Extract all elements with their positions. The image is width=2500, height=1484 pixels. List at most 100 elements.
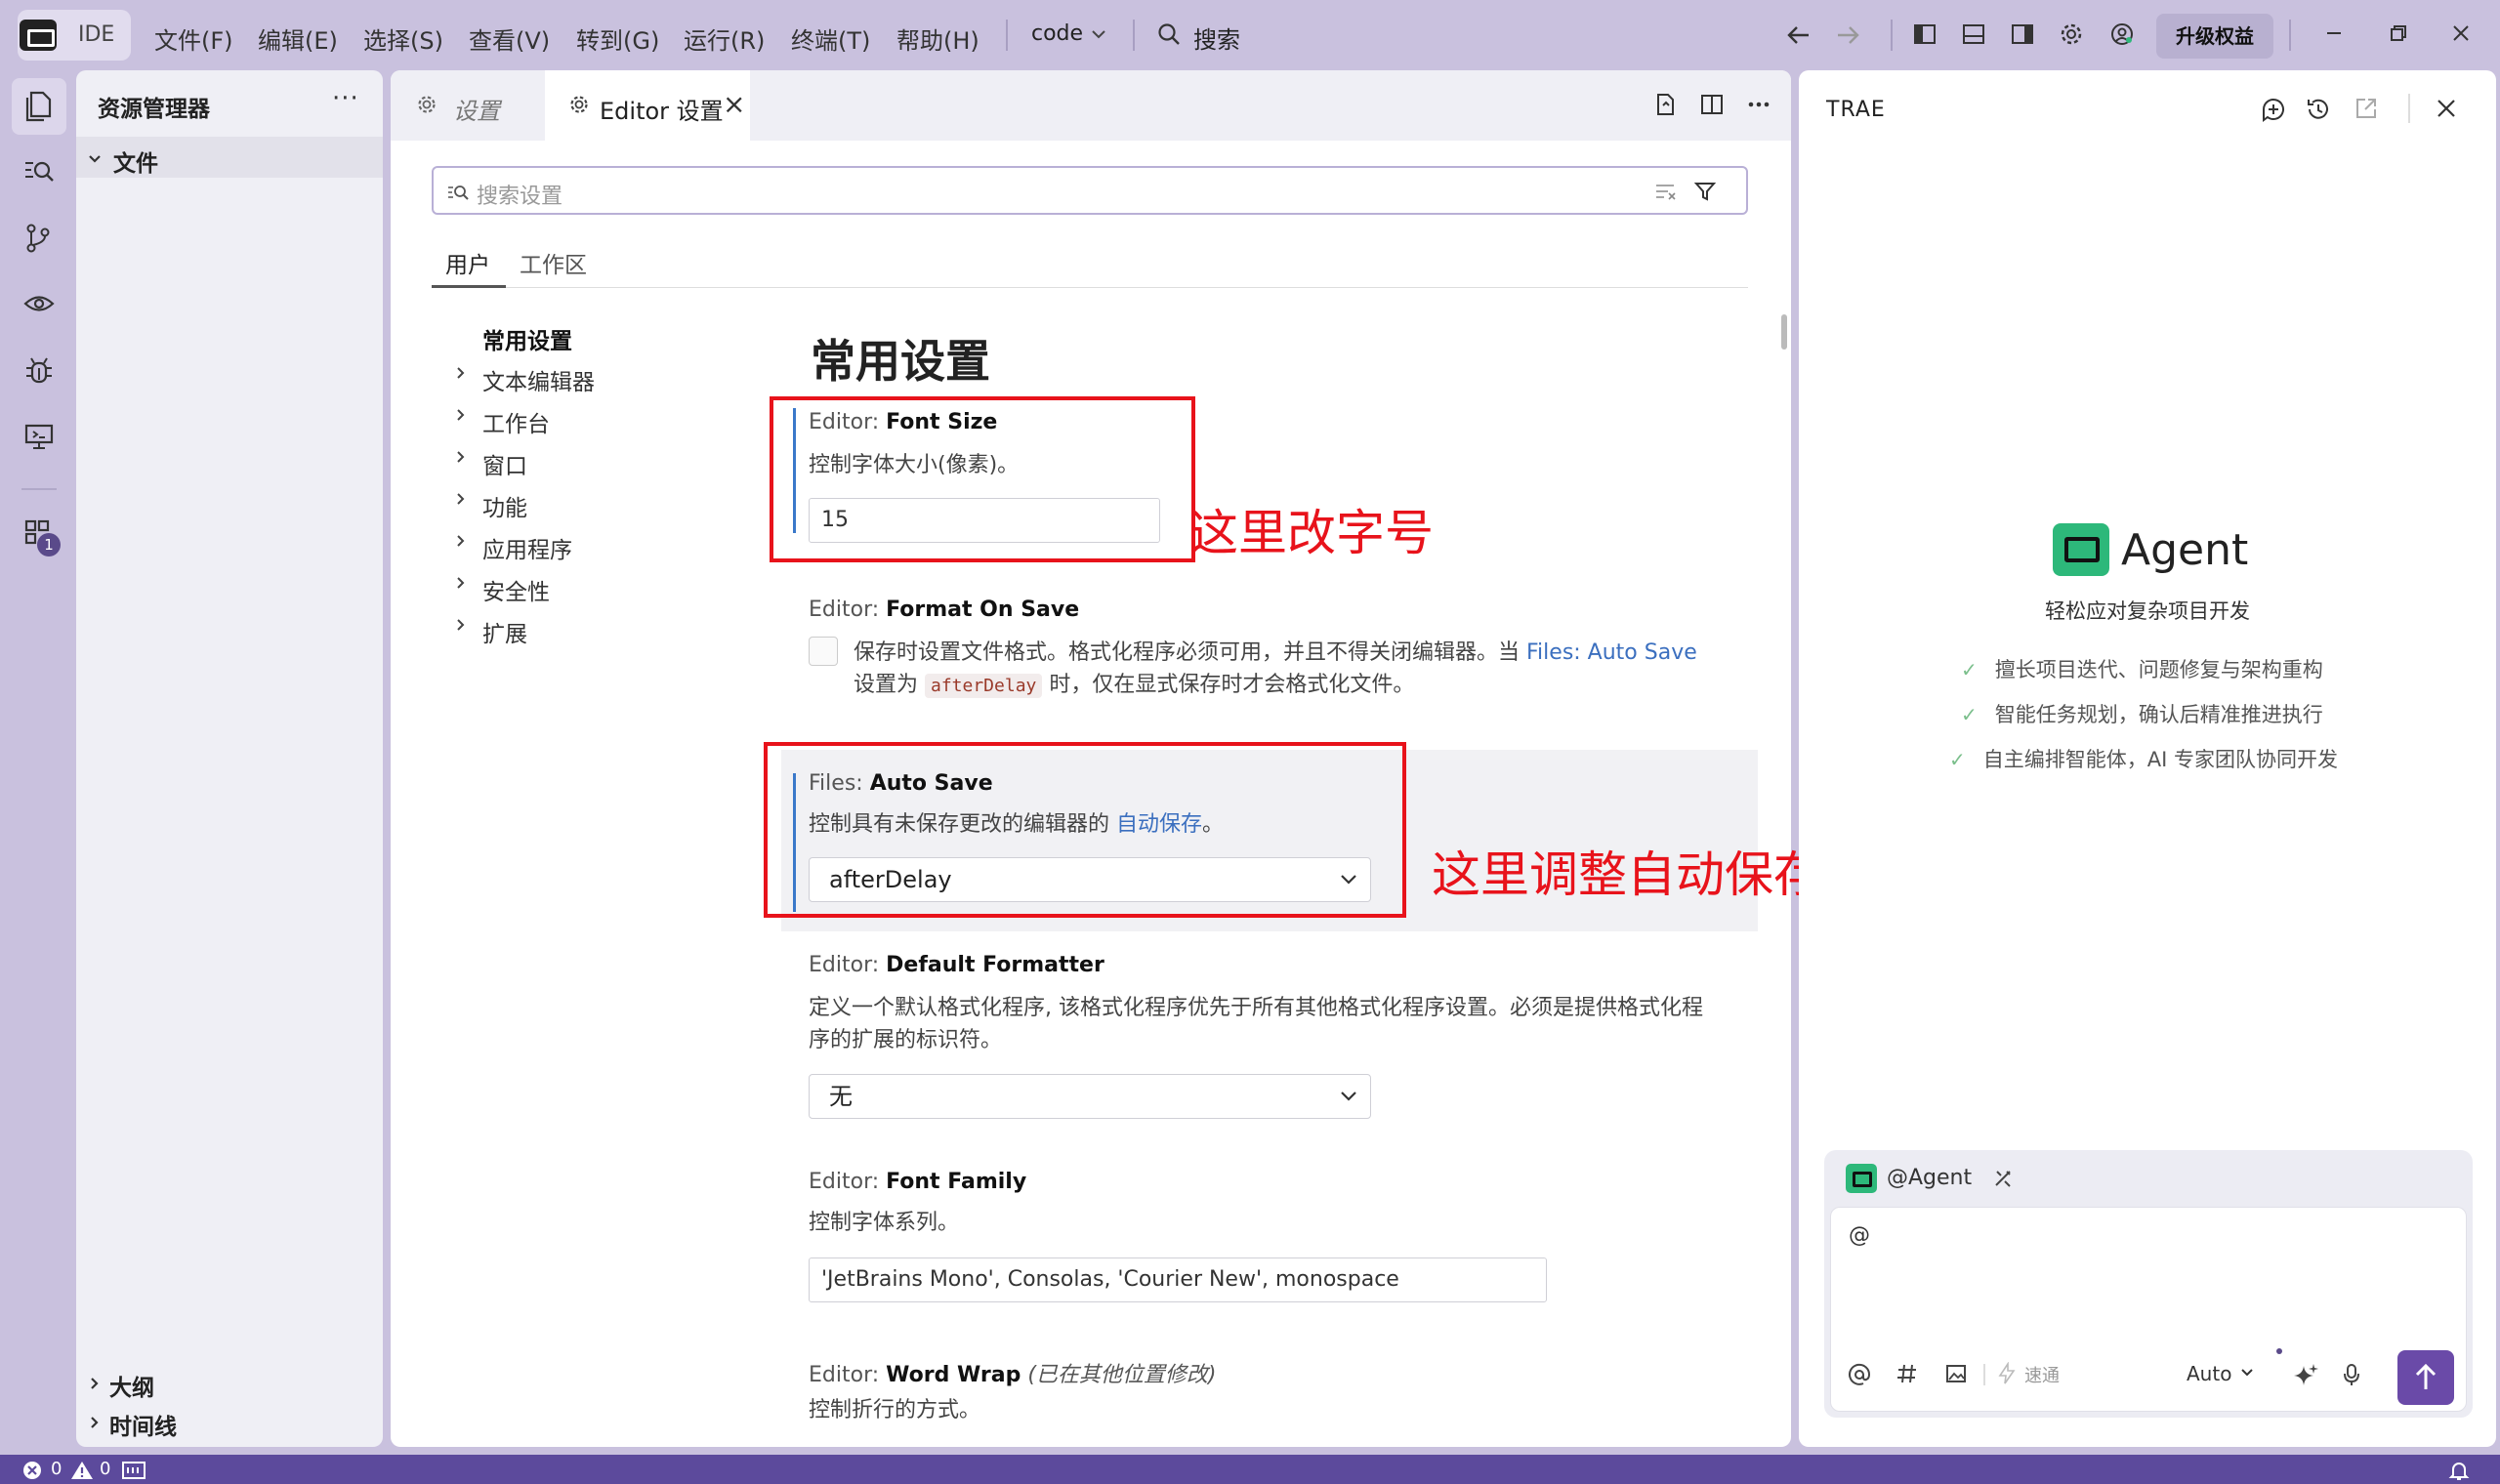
gear-icon[interactable] [2059,21,2084,47]
folder-name[interactable]: 文件 [113,144,158,178]
settings-search-placeholder[interactable]: 搜索设置 [477,179,562,210]
menu-view[interactable]: 查看(V) [469,21,550,56]
menu-selection[interactable]: 选择(S) [363,21,443,56]
chevron-right-icon[interactable] [453,449,469,465]
chat-input[interactable]: @ 速通 Auto [1830,1207,2467,1412]
chevron-right-icon[interactable] [86,1414,104,1431]
send-button[interactable] [2397,1350,2454,1405]
minimize-icon[interactable] [2322,21,2346,45]
close-icon[interactable] [2434,96,2459,121]
menu-terminal[interactable]: 终端(T) [791,21,870,56]
menu-goto[interactable]: 转到(G) [576,21,659,56]
toc-item-extensions[interactable]: 扩展 [482,615,527,648]
settings-search-box[interactable]: 搜索设置 [432,166,1748,215]
check-icon: ✓ [1961,703,1978,726]
ports-icon[interactable] [121,1460,146,1481]
microphone-icon[interactable] [2341,1362,2362,1387]
model-selector[interactable]: Auto [2187,1362,2231,1385]
chevron-right-icon[interactable] [86,1375,104,1392]
divider [2289,20,2291,51]
chevron-right-icon[interactable] [453,617,469,633]
toc-item-common[interactable]: 常用设置 [482,322,572,355]
auto-save-link[interactable]: Files: Auto Save [1526,640,1697,665]
explorer-more-button[interactable]: ··· [332,84,359,113]
chevron-right-icon[interactable] [453,365,469,381]
divider [1006,20,1008,51]
tab-settings[interactable]: 设置 [391,70,545,141]
files-icon[interactable] [23,90,55,123]
account-icon[interactable] [2109,21,2135,47]
warning-icon[interactable] [70,1460,94,1481]
scope-tab-user[interactable]: 用户 [445,246,490,279]
default-formatter-value: 无 [829,1083,853,1110]
menu-run[interactable]: 运行(R) [684,21,765,56]
remote-explorer-icon[interactable] [23,289,55,318]
agent-subtitle: 轻松应对复杂项目开发 [2045,599,2250,623]
split-editor-icon[interactable] [1699,92,1725,117]
toc-item-workbench[interactable]: 工作台 [482,405,550,438]
upgrade-button[interactable]: 升级权益 [2156,14,2273,59]
outline-section[interactable]: 大纲 [109,1369,154,1402]
scope-active-indicator [432,285,506,288]
timeline-section[interactable]: 时间线 [109,1408,177,1441]
chevron-right-icon[interactable] [453,407,469,423]
chevron-down-icon[interactable] [2239,1366,2255,1380]
workspace-selector[interactable]: code [1031,21,1083,46]
scope-tab-workspace[interactable]: 工作区 [520,246,587,279]
error-count[interactable]: 0 [51,1459,62,1479]
remote-monitor-icon[interactable] [23,422,55,451]
chevron-right-icon[interactable] [453,491,469,507]
warning-count[interactable]: 0 [100,1459,110,1479]
toggle-secondary-sidebar-icon[interactable] [2010,21,2035,47]
format-on-save-checkbox[interactable] [809,637,838,666]
tools-icon[interactable] [1992,1168,2014,1189]
chevron-right-icon[interactable] [453,533,469,549]
image-icon[interactable] [1944,1362,1968,1385]
chevron-right-icon[interactable] [453,575,469,591]
toc-item-features[interactable]: 功能 [482,489,527,522]
toc-item-security[interactable]: 安全性 [482,573,550,606]
clear-filter-icon[interactable] [1654,182,1678,201]
lightning-icon[interactable] [1997,1362,2017,1385]
menu-edit[interactable]: 编辑(E) [258,21,338,56]
toc-item-text-editor[interactable]: 文本编辑器 [482,363,595,396]
sparkle-icon[interactable] [2292,1362,2319,1389]
new-chat-icon[interactable] [2260,96,2287,123]
open-external-icon[interactable] [2354,96,2379,121]
font-family-input[interactable]: 'JetBrains Mono', Consolas, 'Courier New… [809,1257,1547,1302]
scrollbar-thumb[interactable] [1781,314,1787,350]
menu-file[interactable]: 文件(F) [154,21,233,56]
error-icon[interactable] [21,1460,43,1481]
toc-item-application[interactable]: 应用程序 [482,531,572,564]
agent-mention-label[interactable]: @Agent [1887,1166,1972,1190]
divider [1983,1364,1985,1385]
source-control-icon[interactable] [23,223,53,254]
close-icon[interactable] [2449,21,2473,45]
filter-icon[interactable] [1693,180,1717,203]
hash-icon[interactable] [1896,1362,1919,1385]
history-icon[interactable] [2305,96,2332,123]
tab-editor-settings[interactable]: Editor 设置 × [545,70,750,141]
chevron-down-icon[interactable] [86,150,104,168]
command-search[interactable]: 搜索 [1193,21,1240,55]
menu-help[interactable]: 帮助(H) [896,21,979,56]
close-tab-icon[interactable]: × [723,88,745,120]
speed-mode-label[interactable]: 速通 [2024,1362,2060,1387]
chevron-down-icon[interactable] [1090,25,1107,43]
toggle-primary-sidebar-icon[interactable] [1912,21,1938,47]
modified-elsewhere-note[interactable]: (已在其他位置修改) [1027,1363,1216,1387]
restore-icon[interactable] [2387,21,2410,45]
default-formatter-select[interactable]: 无 [809,1074,1371,1119]
toggle-panel-icon[interactable] [1961,21,1986,47]
toc-item-window[interactable]: 窗口 [482,447,527,480]
back-arrow-icon[interactable] [1785,21,1812,49]
at-mention-icon[interactable] [1847,1362,1872,1387]
more-actions-icon[interactable] [1746,92,1771,117]
notifications-bell-icon[interactable] [2447,1459,2471,1482]
search-icon[interactable] [1156,21,1182,47]
search-code-icon[interactable] [23,156,55,186]
debug-bug-icon[interactable] [23,355,55,387]
chat-input-value[interactable]: @ [1849,1223,1870,1248]
open-settings-json-icon[interactable] [1652,92,1678,117]
forward-arrow-icon[interactable] [1834,21,1861,49]
